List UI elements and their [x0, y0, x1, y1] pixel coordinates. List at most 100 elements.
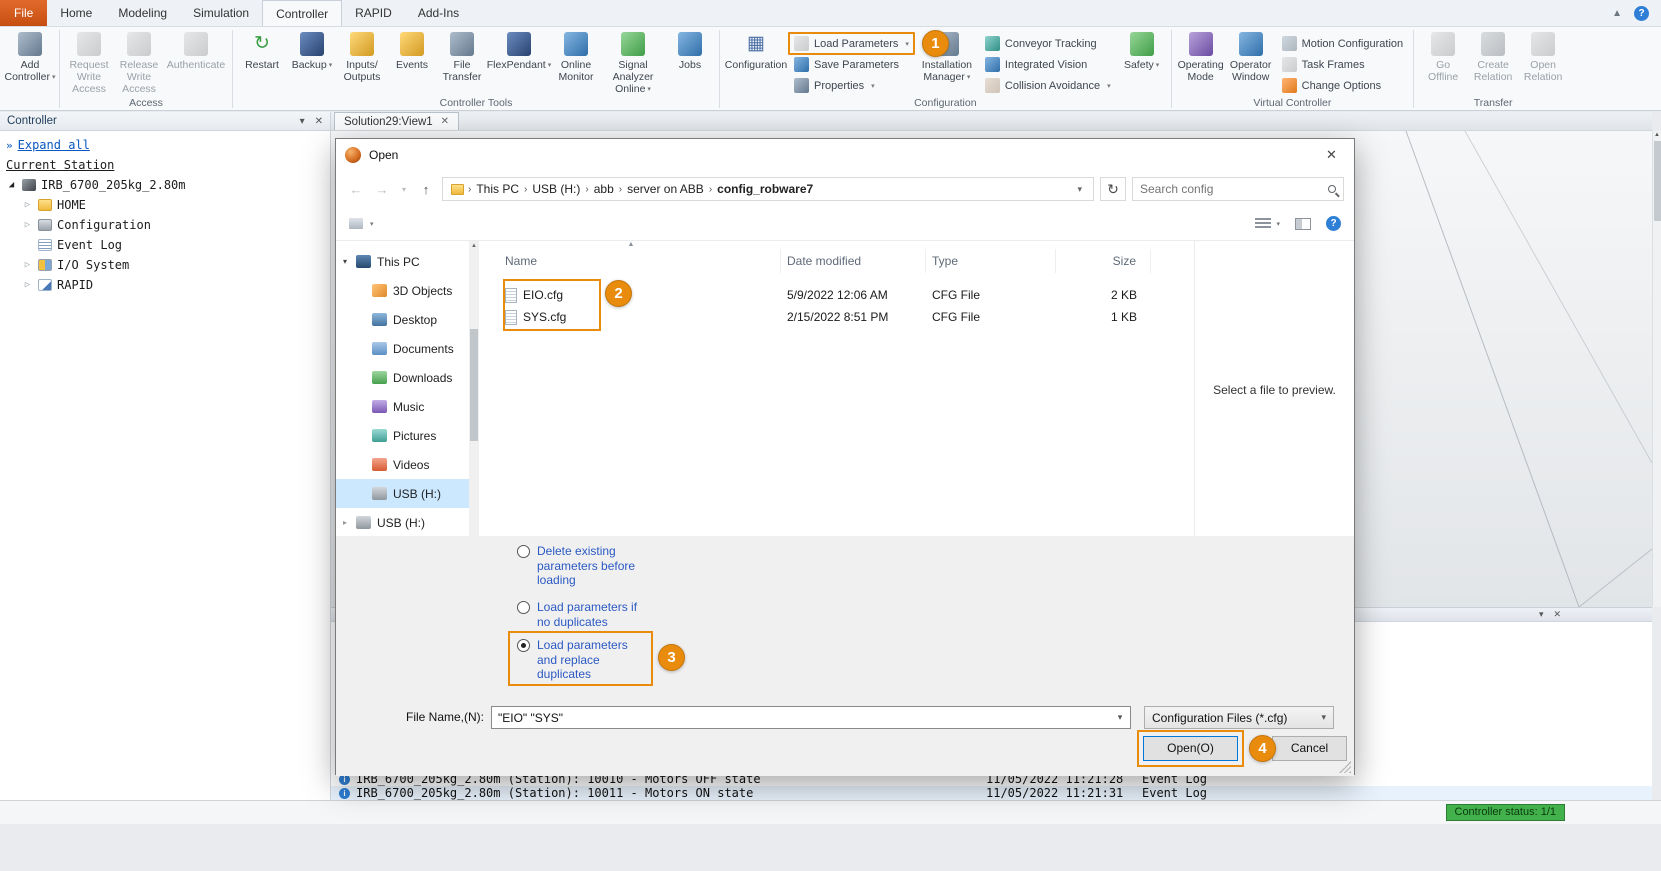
- properties-button[interactable]: Properties ▾: [790, 76, 913, 95]
- nav-scrollbar[interactable]: ▲: [469, 241, 479, 536]
- online-monitor-button[interactable]: Online Monitor: [551, 29, 601, 83]
- breadcrumb-server-on-abb[interactable]: server on ABB: [622, 182, 709, 196]
- tree-expander-icon[interactable]: ▷: [22, 200, 33, 210]
- nav-usb-h-root[interactable]: ▸ USB (H:): [336, 508, 469, 536]
- breadcrumb[interactable]: › This PC › USB (H:) › abb › server on A…: [442, 177, 1094, 201]
- configuration-button[interactable]: ▦ Configuration: [724, 29, 788, 71]
- nav-expander-open-icon[interactable]: ▾: [343, 257, 347, 266]
- nav-3d-objects[interactable]: 3D Objects: [336, 276, 469, 305]
- help-icon[interactable]: ?: [1634, 6, 1649, 21]
- scrollbar-thumb[interactable]: [470, 329, 478, 441]
- load-parameters-button[interactable]: Load Parameters ▾: [790, 34, 913, 53]
- cancel-button[interactable]: Cancel: [1272, 736, 1347, 761]
- collapse-ribbon-icon[interactable]: ▲: [1612, 8, 1622, 19]
- column-header-type[interactable]: Type: [926, 249, 1056, 273]
- jobs-button[interactable]: Jobs: [665, 29, 715, 71]
- nav-desktop[interactable]: Desktop: [336, 305, 469, 334]
- tab-addins[interactable]: Add-Ins: [405, 0, 472, 26]
- resize-grip[interactable]: [1339, 761, 1351, 773]
- scrollbar-thumb[interactable]: [1654, 141, 1661, 221]
- new-folder-dropdown[interactable]: ▾: [349, 218, 374, 229]
- add-controller-button[interactable]: Add Controller▾: [5, 29, 55, 84]
- tree-item-robot-controller[interactable]: IRB_6700_205kg_2.80m: [41, 178, 186, 192]
- radio-selected-icon[interactable]: [517, 639, 530, 652]
- change-options-button[interactable]: Change Options: [1278, 76, 1408, 95]
- save-parameters-button[interactable]: Save Parameters: [790, 55, 913, 74]
- nav-usb-h[interactable]: USB (H:): [336, 479, 469, 508]
- request-write-access-button[interactable]: Request Write Access: [64, 29, 114, 95]
- events-button[interactable]: Events: [387, 29, 437, 71]
- tab-solution29-view1[interactable]: Solution29:View1 ✕: [334, 112, 459, 130]
- column-header-date-modified[interactable]: Date modified: [781, 249, 926, 273]
- dialog-title-bar[interactable]: Open: [336, 139, 1354, 171]
- viewport-scrollbar[interactable]: ▲: [1652, 131, 1661, 607]
- file-row-eio[interactable]: EIO.cfg 5/9/2022 12:06 AM CFG File 2 KB: [481, 284, 1196, 306]
- up-icon[interactable]: ↑: [416, 182, 436, 197]
- inputs-outputs-button[interactable]: Inputs/ Outputs: [337, 29, 387, 83]
- tab-file[interactable]: File: [0, 0, 47, 26]
- breadcrumb-abb[interactable]: abb: [589, 182, 619, 196]
- tree-expander-icon[interactable]: ▷: [22, 260, 33, 270]
- nav-videos[interactable]: Videos: [336, 450, 469, 479]
- output-row[interactable]: i IRB_6700_205kg_2.80m (Station): 10011 …: [331, 786, 1652, 800]
- safety-button[interactable]: Safety▾: [1117, 29, 1167, 72]
- radio-icon[interactable]: [517, 601, 530, 614]
- scroll-up-icon[interactable]: ▲: [1653, 131, 1661, 140]
- operating-mode-button[interactable]: Operating Mode: [1176, 29, 1226, 83]
- open-relation-button[interactable]: Open Relation: [1518, 29, 1568, 83]
- nav-pictures[interactable]: Pictures: [336, 421, 469, 450]
- controller-status-badge[interactable]: Controller status: 1/1: [1446, 804, 1566, 821]
- collision-avoidance-button[interactable]: Collision Avoidance ▾: [981, 76, 1115, 95]
- dropdown-icon[interactable]: ▾: [1110, 712, 1130, 723]
- breadcrumb-usb[interactable]: USB (H:): [527, 182, 585, 196]
- breadcrumb-this-pc[interactable]: This PC: [471, 182, 524, 196]
- motion-configuration-button[interactable]: Motion Configuration: [1278, 34, 1408, 53]
- nav-expander-closed-icon[interactable]: ▸: [343, 518, 347, 527]
- tree-expander-icon[interactable]: ▷: [22, 220, 33, 230]
- breadcrumb-config-robware7[interactable]: config_robware7: [712, 182, 818, 196]
- integrated-vision-button[interactable]: Integrated Vision: [981, 55, 1115, 74]
- file-name-input[interactable]: [492, 711, 1110, 725]
- restart-button[interactable]: ↻ Restart: [237, 29, 287, 71]
- radio-icon[interactable]: [517, 545, 530, 558]
- nav-this-pc[interactable]: ▾ This PC: [336, 247, 469, 276]
- file-row-sys[interactable]: SYS.cfg 2/15/2022 8:51 PM CFG File 1 KB: [481, 306, 1196, 328]
- tab-controller[interactable]: Controller: [262, 0, 342, 26]
- dialog-close-icon[interactable]: ✕: [1309, 139, 1354, 171]
- radio-delete-existing[interactable]: Delete existing parameters before loadin…: [517, 544, 635, 588]
- nav-downloads[interactable]: Downloads: [336, 363, 469, 392]
- tree-expander-icon[interactable]: ▷: [22, 280, 33, 290]
- expand-all-link[interactable]: Expand all: [18, 138, 90, 152]
- backup-button[interactable]: Backup▾: [287, 29, 337, 72]
- tree-item-io-system[interactable]: I/O System: [57, 258, 129, 272]
- search-input[interactable]: [1140, 182, 1322, 196]
- tab-simulation[interactable]: Simulation: [180, 0, 262, 26]
- history-dropdown-icon[interactable]: ▾: [398, 185, 410, 194]
- scroll-up-icon[interactable]: ▲: [469, 241, 479, 251]
- tab-rapid[interactable]: RAPID: [342, 0, 405, 26]
- preview-pane-icon[interactable]: [1295, 218, 1311, 230]
- file-type-select[interactable]: Configuration Files (*.cfg) ▾: [1144, 706, 1334, 729]
- create-relation-button[interactable]: Create Relation: [1468, 29, 1518, 83]
- radio-load-and-replace[interactable]: Load parameters and replace duplicates: [517, 638, 628, 682]
- file-transfer-button[interactable]: File Transfer: [437, 29, 487, 83]
- radio-load-if-no-duplicates[interactable]: Load parameters if no duplicates: [517, 600, 637, 629]
- dialog-help-icon[interactable]: ?: [1326, 216, 1341, 231]
- release-write-access-button[interactable]: Release Write Access: [114, 29, 164, 95]
- tab-modeling[interactable]: Modeling: [105, 0, 180, 26]
- back-icon[interactable]: ←: [346, 182, 366, 197]
- refresh-icon[interactable]: ↻: [1100, 177, 1126, 201]
- forward-icon[interactable]: →: [372, 182, 392, 197]
- output-menu-icon[interactable]: ▾: [1539, 608, 1544, 621]
- panel-close-icon[interactable]: ✕: [315, 116, 323, 127]
- tree-item-current-station[interactable]: Current Station: [6, 158, 114, 172]
- tab-close-icon[interactable]: ✕: [441, 116, 449, 127]
- search-icon[interactable]: [1328, 185, 1336, 193]
- task-frames-button[interactable]: Task Frames: [1278, 55, 1408, 74]
- tree-item-home[interactable]: HOME: [57, 198, 86, 212]
- tree-expander-open-icon[interactable]: ◢: [6, 180, 17, 190]
- open-button[interactable]: Open(O): [1143, 736, 1238, 761]
- tree-item-event-log[interactable]: Event Log: [57, 238, 122, 252]
- tab-home[interactable]: Home: [47, 0, 105, 26]
- nav-documents[interactable]: Documents: [336, 334, 469, 363]
